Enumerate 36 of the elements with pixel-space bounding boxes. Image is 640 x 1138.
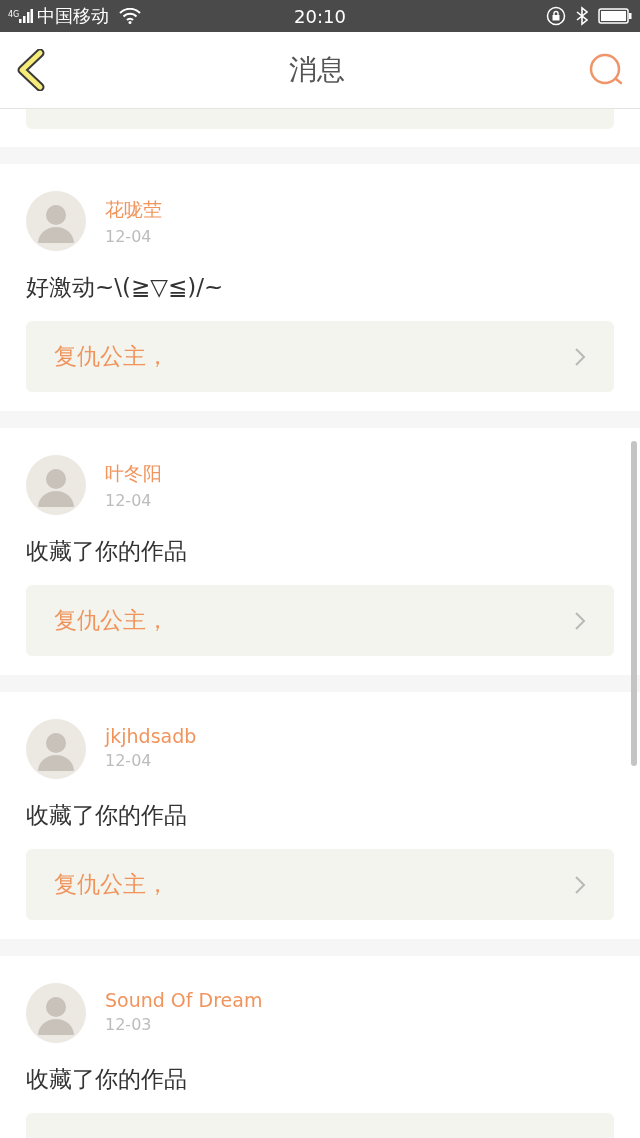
work-link-box[interactable]: 复仇公主， [26, 585, 614, 656]
user-name[interactable]: jkjhdsadb [105, 725, 197, 747]
message-date: 12-04 [105, 491, 153, 510]
work-link-box[interactable]: 复仇公主， [26, 321, 614, 392]
user-name[interactable]: Sound Of Dream [105, 989, 263, 1011]
back-button[interactable] [16, 49, 46, 91]
work-link-box[interactable]: 复仇公主， [26, 849, 614, 920]
avatar-icon[interactable] [26, 719, 86, 779]
clock-time: 20:10 [294, 5, 346, 27]
message-text: 好激动~\(≧▽≦)/~ [26, 273, 225, 302]
work-link-box[interactable] [26, 109, 614, 129]
avatar-icon[interactable] [26, 983, 86, 1043]
message-date: 12-03 [105, 1015, 153, 1034]
message-text: 收藏了你的作品 [26, 801, 188, 830]
message-text: 收藏了你的作品 [26, 537, 188, 566]
avatar-icon[interactable] [26, 191, 86, 251]
chevron-icon [574, 610, 586, 631]
chevron-icon [574, 874, 586, 895]
carrier-name: 中国移动 [37, 4, 110, 28]
page-title: 消息 [289, 52, 345, 88]
signal-icon [19, 9, 34, 23]
chevron-icon [574, 346, 586, 367]
wifi-icon [119, 8, 142, 24]
message-date: 12-04 [105, 751, 153, 770]
work-title: 复仇公主， [54, 342, 169, 371]
battery-icon [598, 8, 632, 24]
work-title: 复仇公主， [54, 870, 169, 899]
message-date: 12-04 [105, 227, 153, 246]
network-type: 4G [8, 10, 20, 19]
message-text: 收藏了你的作品 [26, 1065, 188, 1094]
user-name[interactable]: 叶冬阳 [105, 461, 162, 487]
bluetooth-icon [576, 6, 588, 26]
user-name[interactable]: 花咙茔 [105, 197, 162, 223]
rotation-lock-icon [546, 6, 566, 26]
work-title: 复仇公主， [54, 606, 169, 635]
avatar-icon[interactable] [26, 455, 86, 515]
